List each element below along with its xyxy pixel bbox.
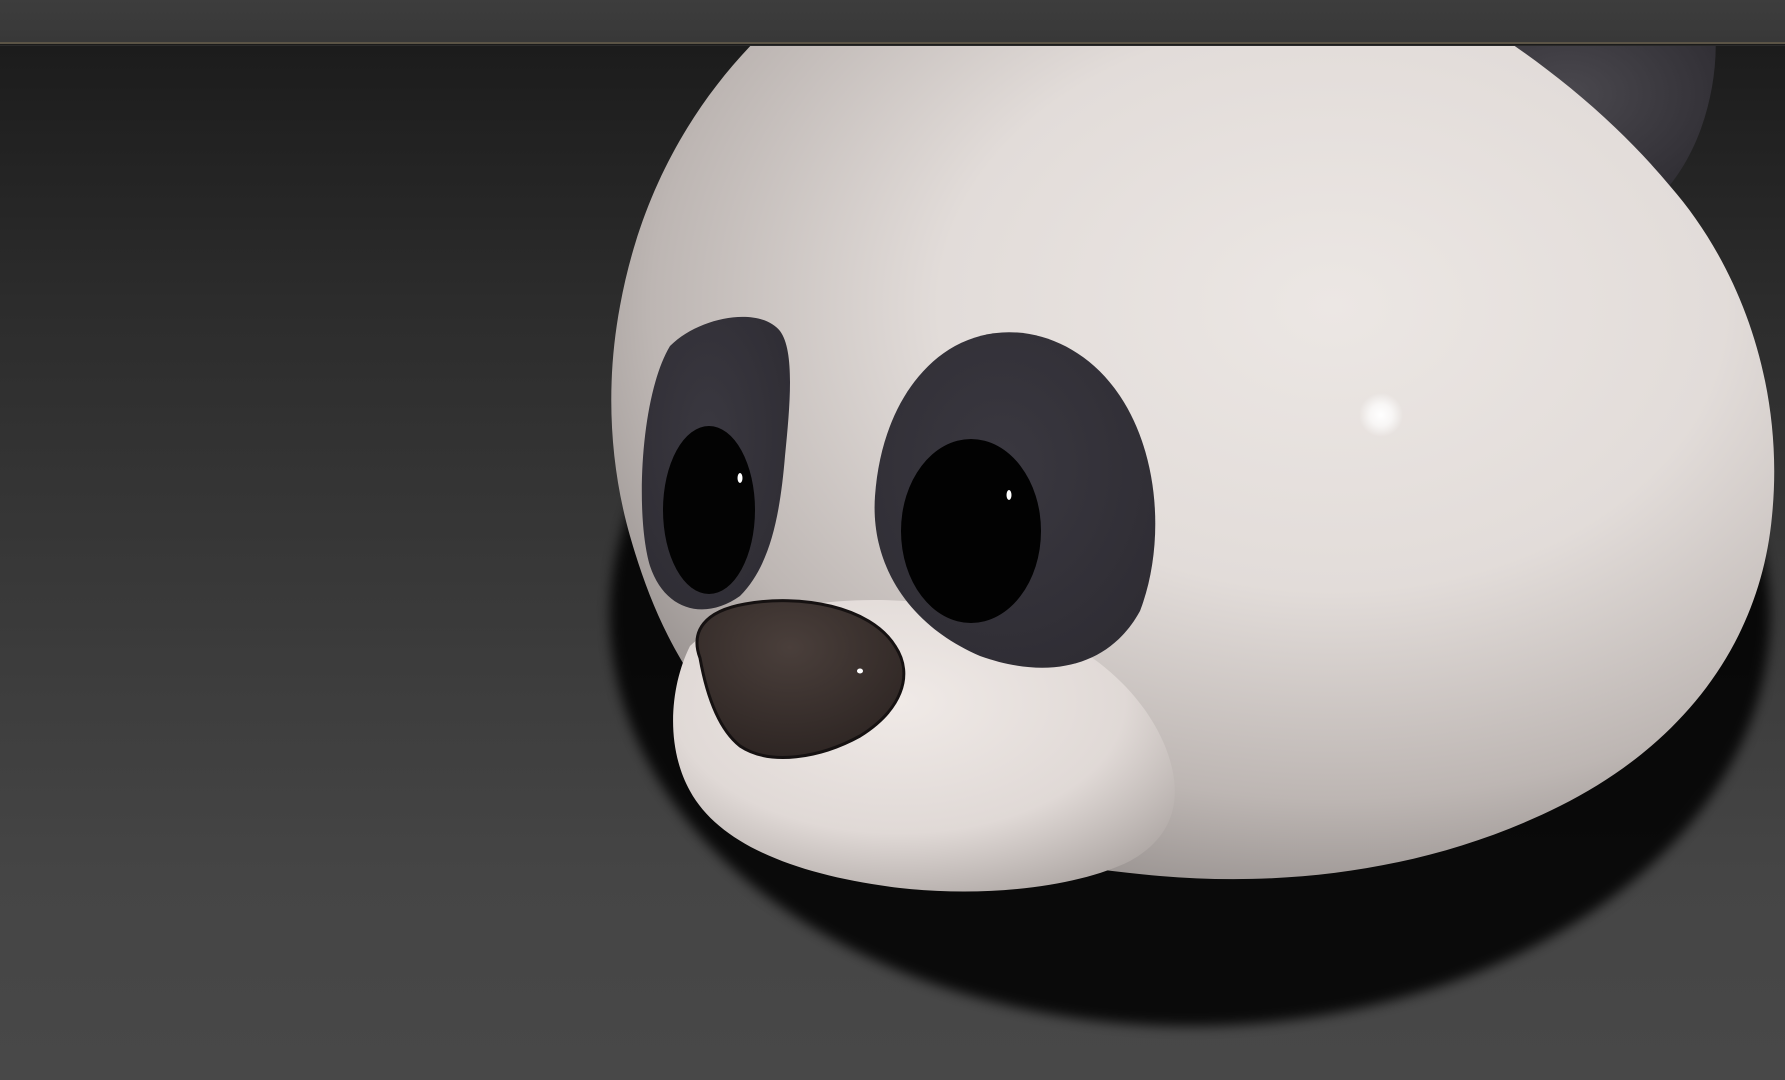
panda-head-model[interactable]: [610, 46, 1775, 1026]
3d-viewport[interactable]: [0, 46, 1785, 1080]
right-eye-highlight: [1006, 490, 1012, 500]
right-eye: [901, 439, 1041, 623]
top-toolbar[interactable]: [0, 0, 1785, 45]
left-eye-highlight: [737, 473, 743, 483]
left-eye: [663, 426, 755, 594]
head-specular: [1359, 393, 1403, 437]
nose-highlight: [857, 668, 863, 674]
toolbar-divider: [0, 44, 1785, 45]
app-window: [0, 0, 1785, 1080]
viewport-canvas[interactable]: [0, 46, 1785, 1080]
